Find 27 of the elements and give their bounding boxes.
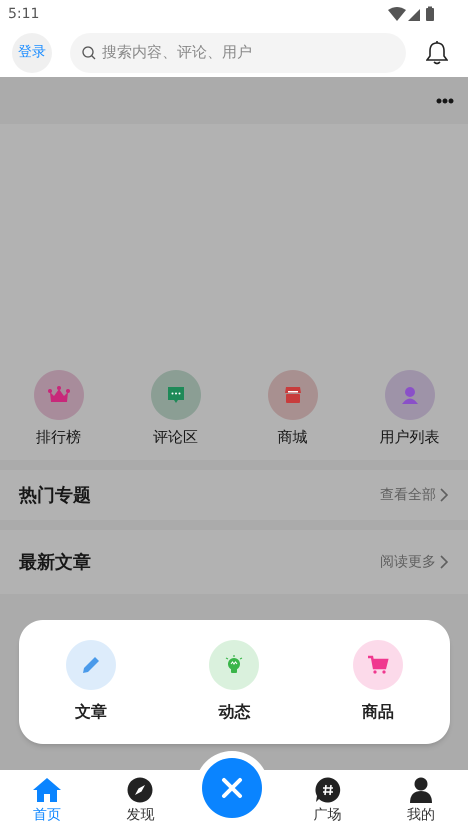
- popup-label[interactable]: 商品: [362, 700, 394, 724]
- close-icon: [221, 777, 243, 799]
- section-title: 热门专题: [19, 484, 91, 508]
- shortcut-label[interactable]: 商城: [278, 426, 308, 448]
- more-icon[interactable]: [436, 98, 454, 104]
- chevron-right-icon: [440, 488, 449, 502]
- search-input[interactable]: 搜索内容、评论、用户: [102, 41, 394, 64]
- hashtag-icon: [314, 776, 341, 802]
- search-icon: [82, 46, 96, 60]
- status-time: 5:11: [8, 4, 40, 24]
- nav-tab[interactable]: 发现: [94, 770, 188, 832]
- bell-icon[interactable]: [426, 40, 448, 64]
- nav-tab[interactable]: 广场: [280, 770, 374, 832]
- close-button[interactable]: [202, 758, 262, 818]
- popup-label[interactable]: 动态: [218, 700, 250, 724]
- shortcut-label[interactable]: 评论区: [153, 426, 198, 448]
- nav-tab[interactable]: 首页: [0, 770, 94, 832]
- section-title: 最新文章: [19, 550, 91, 574]
- compass-icon: [127, 776, 154, 802]
- popup-label[interactable]: 文章: [74, 700, 107, 724]
- search-field[interactable]: 搜索内容、评论、用户: [70, 32, 406, 72]
- home-icon: [32, 776, 62, 802]
- person-icon: [409, 776, 434, 802]
- shortcut-label[interactable]: 排行榜: [36, 426, 81, 448]
- nav-tab[interactable]: 我的: [374, 770, 468, 832]
- shortcut-label[interactable]: 用户列表: [380, 426, 440, 448]
- chevron-right-icon: [440, 555, 449, 569]
